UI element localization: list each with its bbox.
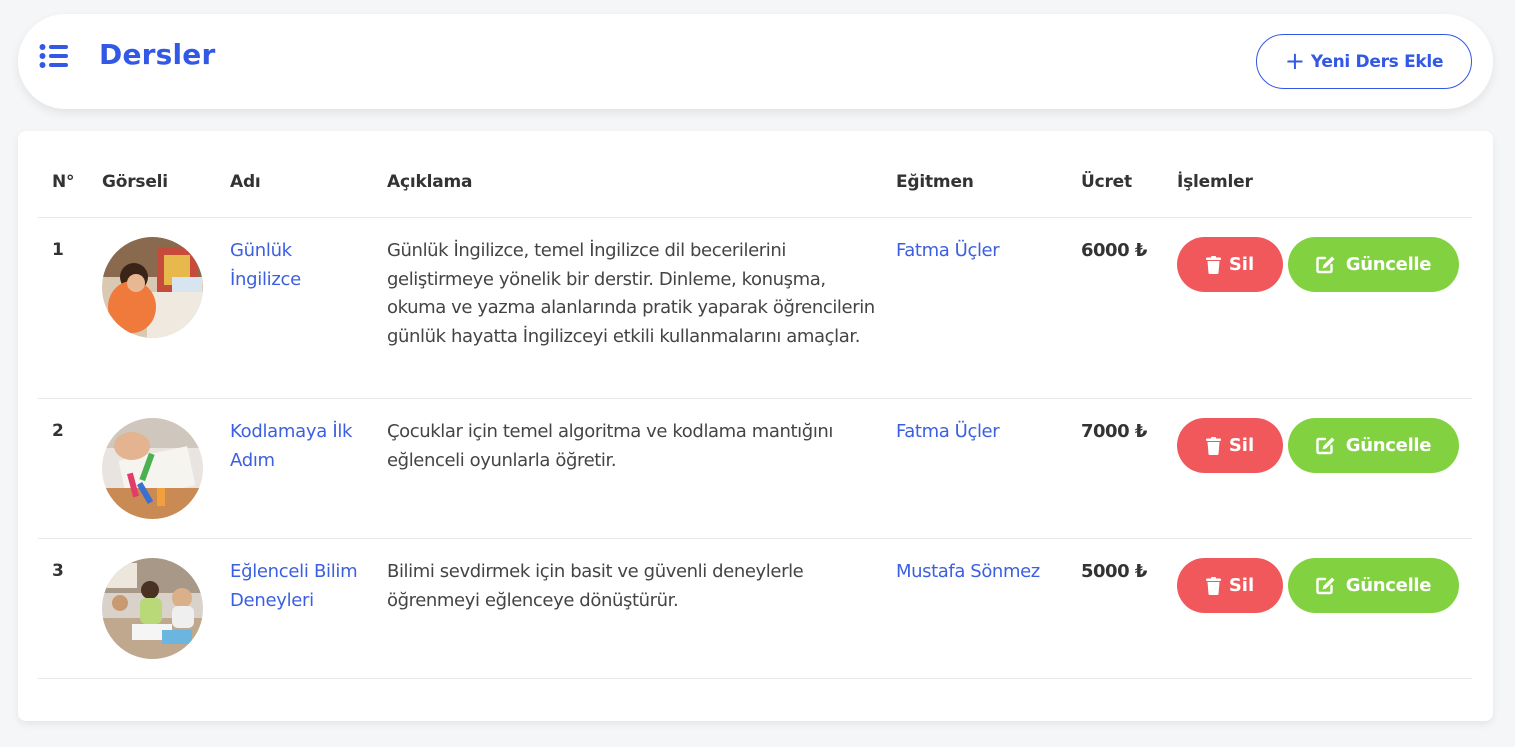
table-row: 2 Kodlamaya İlk Adım Çocuklar için temel… <box>18 399 1493 539</box>
column-header-no: N° <box>52 172 75 192</box>
course-thumbnail <box>102 237 203 338</box>
add-course-button[interactable]: + Yeni Ders Ekle <box>1256 34 1472 89</box>
course-name-link[interactable]: Kodlamaya İlk Adım <box>230 418 360 475</box>
delete-button[interactable]: Sil <box>1177 418 1283 473</box>
course-description: Çocuklar için temel algoritma ve kodlama… <box>387 421 834 471</box>
course-thumbnail <box>102 418 203 519</box>
column-header-teacher: Eğitmen <box>896 172 974 192</box>
trash-icon <box>1205 255 1221 274</box>
row-number: 3 <box>52 561 64 581</box>
delete-label: Sil <box>1228 254 1255 275</box>
course-name-link[interactable]: Günlük İngilizce <box>230 237 360 294</box>
column-header-description: Açıklama <box>387 172 473 192</box>
add-course-label: Yeni Ders Ekle <box>1310 51 1444 72</box>
trash-icon <box>1205 436 1221 455</box>
update-label: Güncelle <box>1345 254 1432 275</box>
course-price: 5000 ₺ <box>1081 561 1147 582</box>
teacher-link[interactable]: Fatma Üçler <box>896 237 1071 266</box>
courses-table: N° Görseli Adı Açıklama Eğitmen Ücret İş… <box>18 131 1493 721</box>
course-thumbnail <box>102 558 203 659</box>
page-header: Dersler + Yeni Ders Ekle <box>18 14 1493 109</box>
column-header-price: Ücret <box>1081 172 1132 192</box>
column-header-actions: İşlemler <box>1177 172 1253 192</box>
delete-button[interactable]: Sil <box>1177 237 1283 292</box>
plus-icon: + <box>1284 46 1305 75</box>
row-number: 2 <box>52 421 64 441</box>
column-header-image: Görseli <box>102 172 168 192</box>
column-header-name: Adı <box>230 172 261 192</box>
update-button[interactable]: Güncelle <box>1288 558 1459 613</box>
course-price: 7000 ₺ <box>1081 421 1147 442</box>
course-name-link[interactable]: Eğlenceli Bilim Deneyleri <box>230 558 360 615</box>
delete-label: Sil <box>1228 575 1255 596</box>
page-title: Dersler <box>99 38 216 71</box>
table-row: 3 Eğlenceli Bilim Deneyleri Bilimi sevdi… <box>18 539 1493 679</box>
divider <box>38 678 1472 679</box>
row-number: 1 <box>52 240 64 260</box>
edit-icon <box>1316 256 1335 274</box>
delete-button[interactable]: Sil <box>1177 558 1283 613</box>
teacher-link[interactable]: Fatma Üçler <box>896 418 1071 447</box>
course-description: Günlük İngilizce, temel İngilizce dil be… <box>387 240 875 347</box>
update-label: Güncelle <box>1345 575 1432 596</box>
list-icon[interactable] <box>39 43 69 69</box>
edit-icon <box>1316 577 1335 595</box>
edit-icon <box>1316 437 1335 455</box>
course-description: Bilimi sevdirmek için basit ve güvenli d… <box>387 561 804 611</box>
update-button[interactable]: Güncelle <box>1288 237 1459 292</box>
teacher-link[interactable]: Mustafa Sönmez <box>896 558 1071 587</box>
update-label: Güncelle <box>1345 435 1432 456</box>
update-button[interactable]: Güncelle <box>1288 418 1459 473</box>
course-price: 6000 ₺ <box>1081 240 1147 261</box>
delete-label: Sil <box>1228 435 1255 456</box>
trash-icon <box>1205 576 1221 595</box>
table-row: 1 Günlük İngilizce Günlük İngilizce, tem… <box>18 218 1493 398</box>
